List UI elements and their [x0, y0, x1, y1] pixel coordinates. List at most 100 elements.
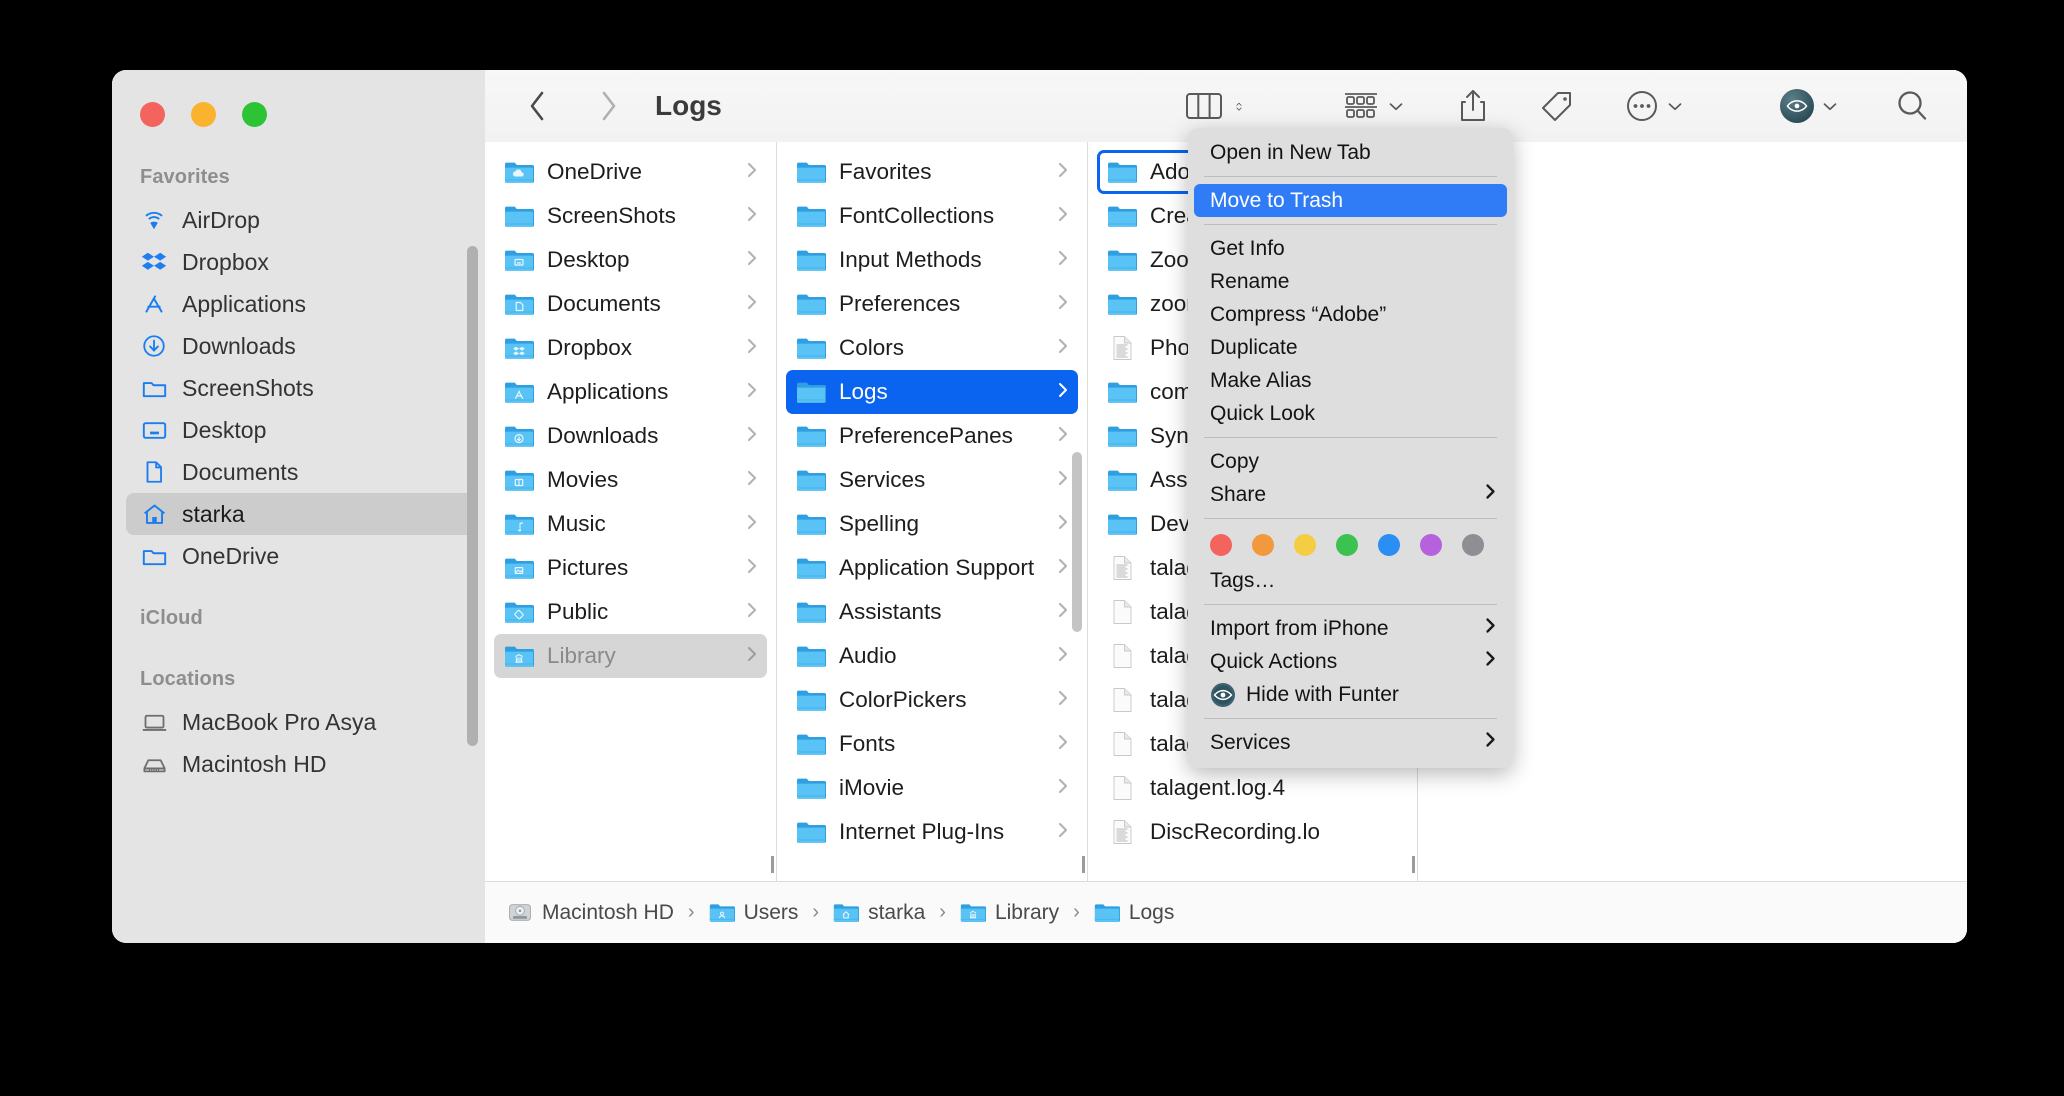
menu-item-services[interactable]: Services — [1194, 726, 1507, 759]
sidebar-item-screenshots[interactable]: ScreenShots — [126, 367, 473, 409]
breadcrumb-item[interactable]: Library — [960, 901, 1059, 925]
tag-color-swatch-6[interactable] — [1462, 534, 1484, 556]
column-row[interactable]: ColorPickers — [786, 678, 1078, 722]
column-row[interactable]: Preferences — [786, 282, 1078, 326]
group-by-button[interactable] — [1332, 82, 1415, 130]
sidebar-item-applications[interactable]: Applications — [126, 283, 473, 325]
dropbox-icon — [140, 248, 168, 276]
column-row[interactable]: Fonts — [786, 722, 1078, 766]
sidebar-item-airdrop[interactable]: AirDrop — [126, 199, 473, 241]
menu-item-open-in-new-tab[interactable]: Open in New Tab — [1194, 136, 1507, 169]
sidebar-item-dropbox[interactable]: Dropbox — [126, 241, 473, 283]
column-row[interactable]: Audio — [786, 634, 1078, 678]
column-library[interactable]: Favorites FontCollections Input Methods Pre… — [777, 142, 1088, 881]
share-button[interactable] — [1447, 82, 1499, 130]
column-row[interactable]: Favorites — [786, 150, 1078, 194]
sidebar-item-macbook-pro-asya[interactable]: MacBook Pro Asya — [126, 701, 473, 743]
column-row[interactable]: Pictures — [494, 546, 767, 590]
menu-item-quick-actions[interactable]: Quick Actions — [1194, 645, 1507, 678]
forward-button[interactable] — [585, 83, 631, 129]
tag-color-swatch-4[interactable] — [1378, 534, 1400, 556]
column-row[interactable]: OneDrive — [494, 150, 767, 194]
tag-color-swatch-1[interactable] — [1252, 534, 1274, 556]
column-resize-grip[interactable] — [767, 853, 776, 875]
column-row[interactable]: Desktop — [494, 238, 767, 282]
chevron-right-icon — [745, 336, 759, 361]
column-row[interactable]: Colors — [786, 326, 1078, 370]
column-row[interactable]: Services — [786, 458, 1078, 502]
column-row[interactable]: Input Methods — [786, 238, 1078, 282]
menu-item-share[interactable]: Share — [1194, 478, 1507, 511]
menu-item-tags[interactable]: Tags… — [1194, 564, 1507, 597]
column-row[interactable]: Spelling — [786, 502, 1078, 546]
column-row[interactable]: Music — [494, 502, 767, 546]
view-mode-button[interactable] — [1175, 82, 1258, 130]
tag-color-swatch-0[interactable] — [1210, 534, 1232, 556]
folder-plain-icon — [796, 555, 826, 581]
folder-plain-icon — [796, 731, 826, 757]
column-row[interactable]: PreferencePanes — [786, 414, 1078, 458]
column-row-label: Assistants — [839, 599, 942, 624]
menu-item-make-alias[interactable]: Make Alias — [1194, 364, 1507, 397]
breadcrumb-item[interactable]: Users — [709, 901, 798, 925]
sidebar-item-onedrive[interactable]: OneDrive — [126, 535, 473, 577]
column-row[interactable]: FontCollections — [786, 194, 1078, 238]
tag-color-swatch-3[interactable] — [1336, 534, 1358, 556]
back-button[interactable] — [515, 83, 561, 129]
sidebar-list[interactable]: Favorites AirDrop Dropbox Applications D… — [112, 142, 485, 785]
tag-color-row[interactable] — [1188, 526, 1513, 564]
funter-button[interactable] — [1770, 82, 1849, 130]
context-menu[interactable]: Open in New Tab Move to Trash Get Info Rena… — [1188, 128, 1513, 768]
column-row[interactable]: Public — [494, 590, 767, 634]
menu-item-import-from-iphone[interactable]: Import from iPhone — [1194, 612, 1507, 645]
more-actions-button[interactable] — [1615, 82, 1694, 130]
menu-item-copy[interactable]: Copy — [1194, 445, 1507, 478]
column-resize-grip[interactable] — [1078, 853, 1087, 875]
column-scrollbar[interactable] — [1072, 452, 1082, 632]
menu-item-compress-adobe[interactable]: Compress “Adobe” — [1194, 298, 1507, 331]
column-row[interactable]: Internet Plug-Ins — [786, 810, 1078, 854]
close-button[interactable] — [140, 102, 165, 127]
column-row[interactable]: Movies — [494, 458, 767, 502]
menu-item-get-info[interactable]: Get Info — [1194, 232, 1507, 265]
column-row[interactable]: Applications — [494, 370, 767, 414]
column-row[interactable]: Downloads — [494, 414, 767, 458]
sidebar-item-downloads[interactable]: Downloads — [126, 325, 473, 367]
tag-color-swatch-2[interactable] — [1294, 534, 1316, 556]
sidebar-item-starka[interactable]: starka — [126, 493, 473, 535]
column-row-label: OneDrive — [547, 159, 643, 184]
column-row[interactable]: DiscRecording.lo — [1097, 810, 1408, 854]
column-row[interactable]: Library — [494, 634, 767, 678]
sidebar-item-desktop[interactable]: Desktop — [126, 409, 473, 451]
column-resize-grip[interactable] — [1408, 853, 1417, 875]
tags-button[interactable] — [1529, 82, 1585, 130]
menu-item-quick-look[interactable]: Quick Look — [1194, 397, 1507, 430]
sidebar-item-documents[interactable]: Documents — [126, 451, 473, 493]
column-row[interactable]: ScreenShots — [494, 194, 767, 238]
column-row[interactable]: Documents — [494, 282, 767, 326]
column-row[interactable]: Dropbox — [494, 326, 767, 370]
chevron-right-icon — [745, 160, 759, 185]
menu-item-move-to-trash[interactable]: Move to Trash — [1194, 184, 1507, 217]
sidebar-item-macintosh-hd[interactable]: Macintosh HD — [126, 743, 473, 785]
column-home[interactable]: OneDrive ScreenShots Desktop Documents Dropb… — [485, 142, 777, 881]
sidebar-item-label: starka — [182, 500, 245, 527]
breadcrumb-item[interactable]: Logs — [1094, 901, 1174, 925]
breadcrumb-item[interactable]: starka — [833, 901, 925, 925]
column-row[interactable]: Application Support — [786, 546, 1078, 590]
column-row[interactable]: iMovie — [786, 766, 1078, 810]
zoom-button[interactable] — [242, 102, 267, 127]
tag-color-swatch-5[interactable] — [1420, 534, 1442, 556]
minimize-button[interactable] — [191, 102, 216, 127]
column-row[interactable]: talagent.log.4 — [1097, 766, 1408, 810]
search-button[interactable] — [1885, 82, 1939, 130]
sidebar-scrollbar[interactable] — [467, 246, 478, 746]
menu-item-label: Rename — [1210, 269, 1290, 293]
column-row[interactable]: Logs — [786, 370, 1078, 414]
folder-plain-icon — [796, 775, 826, 801]
menu-item-rename[interactable]: Rename — [1194, 265, 1507, 298]
menu-item-hide-with-funter[interactable]: Hide with Funter — [1194, 678, 1507, 711]
menu-item-duplicate[interactable]: Duplicate — [1194, 331, 1507, 364]
breadcrumb-item[interactable]: Macintosh HD — [507, 901, 674, 925]
column-row[interactable]: Assistants — [786, 590, 1078, 634]
